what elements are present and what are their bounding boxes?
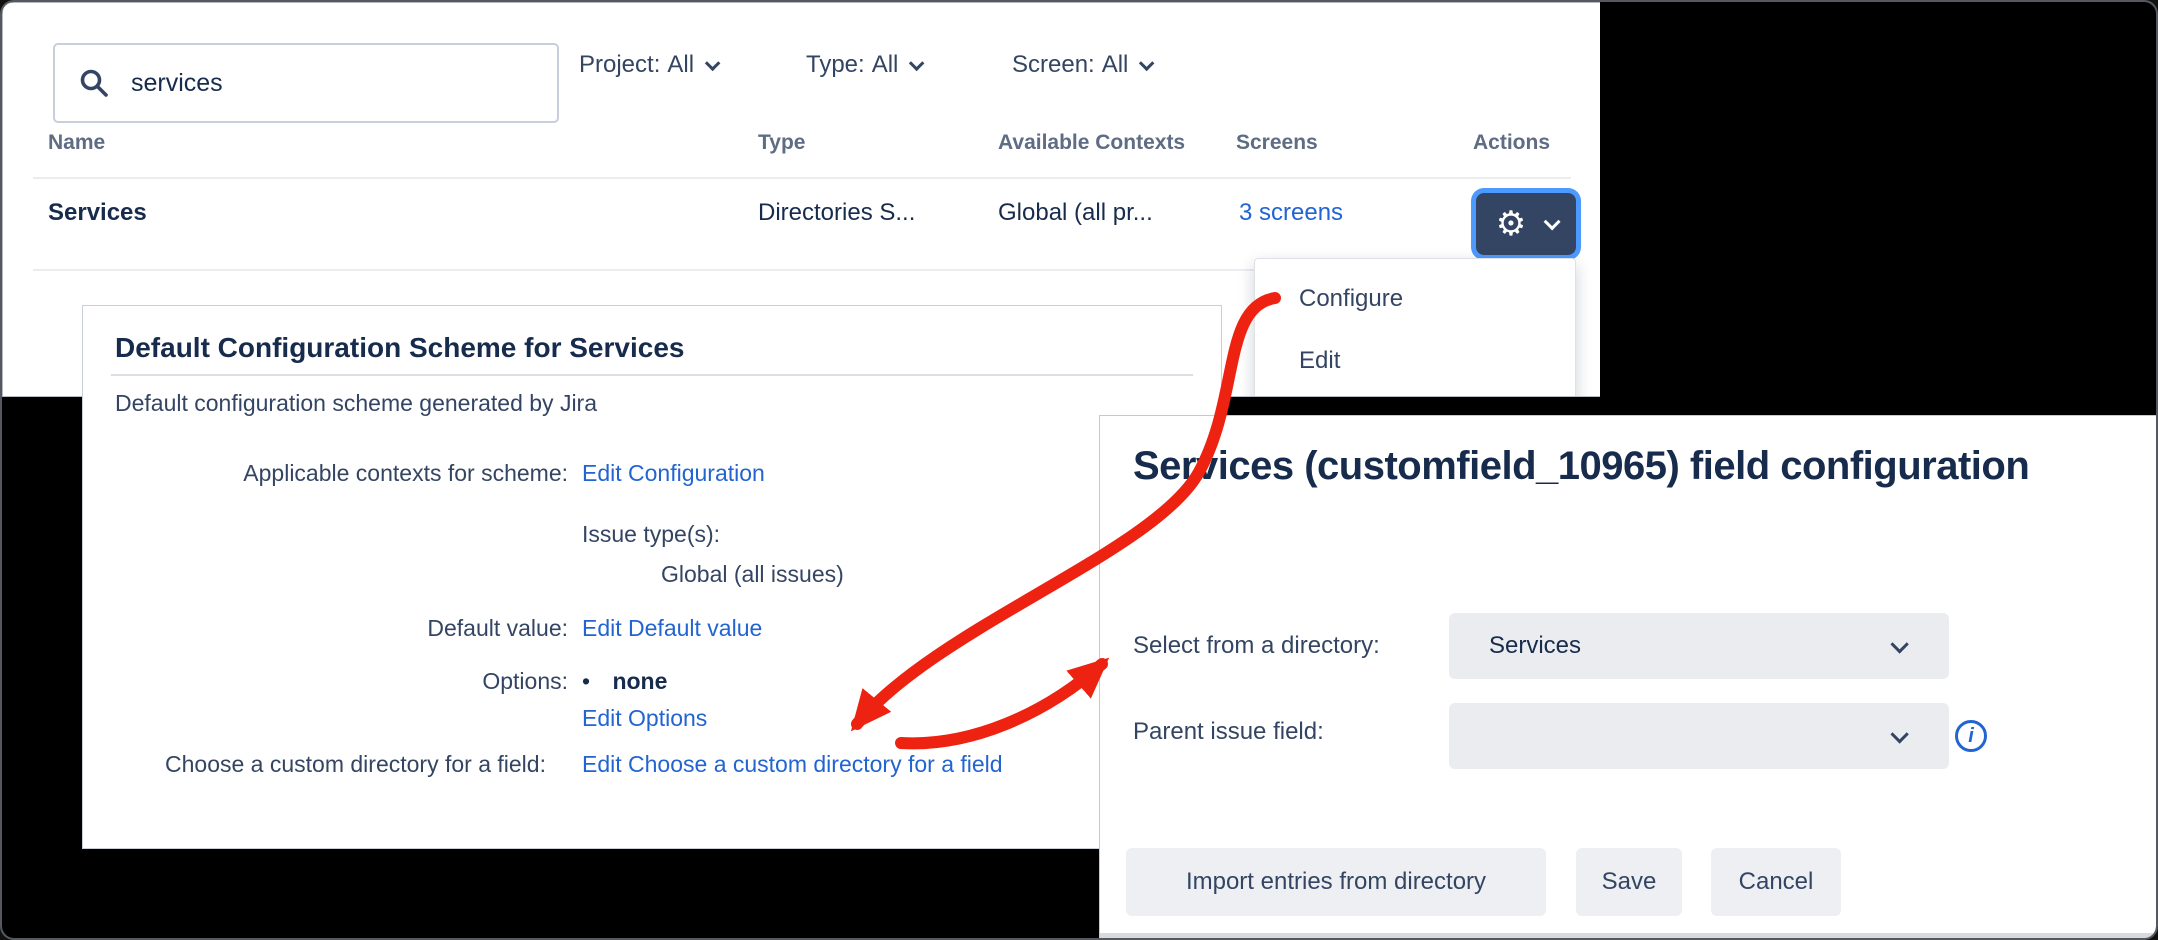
cancel-button[interactable]: Cancel: [1711, 848, 1841, 916]
field-panel-title: Services (customfield_10965) field confi…: [1133, 444, 2029, 489]
issue-types-value: Global (all issues): [661, 556, 844, 592]
search-icon: [79, 68, 109, 98]
filter-screen-value: All: [1102, 51, 1129, 79]
filter-screen[interactable]: Screen: All: [1012, 41, 1150, 89]
row-actions-button[interactable]: ⚙: [1476, 193, 1576, 255]
search-value: services: [131, 69, 223, 98]
filter-type-value: All: [872, 51, 899, 79]
options-none-value: none: [612, 668, 667, 694]
menu-item-configure[interactable]: Configure: [1299, 285, 1403, 313]
actions-dropdown-menu: Configure Edit: [1254, 258, 1576, 397]
chevron-down-icon: [1890, 725, 1908, 743]
custom-directory-label: Choose a custom directory for a field:: [143, 746, 568, 782]
row-screens-link[interactable]: 3 screens: [1239, 199, 1343, 227]
row-name: Services: [48, 199, 147, 227]
row-contexts: Global (all pr...: [998, 199, 1153, 227]
chevron-down-icon: [1890, 635, 1908, 653]
search-input[interactable]: services: [53, 43, 559, 123]
filter-project-value: All: [667, 51, 694, 79]
default-config-scheme-panel: Default Configuration Scheme for Service…: [82, 305, 1222, 849]
screenshot-canvas: services Project: All Type: All Screen: …: [0, 0, 2158, 940]
chevron-down-icon: [1544, 213, 1561, 230]
directory-select[interactable]: Services: [1449, 613, 1949, 679]
scheme-title-divider: [111, 374, 1193, 376]
chevron-down-icon: [1139, 55, 1155, 71]
scheme-panel-title: Default Configuration Scheme for Service…: [115, 332, 684, 364]
issue-types-label: Issue type(s):: [582, 516, 720, 552]
chevron-down-icon: [705, 55, 721, 71]
filter-type-label: Type:: [806, 51, 865, 79]
gear-icon: ⚙: [1496, 207, 1526, 241]
scheme-panel-subtitle: Default configuration scheme generated b…: [115, 390, 597, 417]
info-icon[interactable]: i: [1955, 720, 1987, 752]
col-header-name: Name: [48, 131, 105, 155]
field-configuration-panel: Services (customfield_10965) field confi…: [1099, 415, 2158, 940]
chevron-down-icon: [909, 55, 925, 71]
save-button[interactable]: Save: [1576, 848, 1682, 916]
panel-bottom-strip: [1100, 933, 2158, 940]
edit-options-link[interactable]: Edit Options: [582, 700, 707, 736]
filter-type[interactable]: Type: All: [806, 41, 920, 89]
options-label: Options:: [143, 663, 568, 699]
edit-default-value-link[interactable]: Edit Default value: [582, 610, 762, 646]
col-header-type: Type: [758, 131, 805, 155]
header-divider: [33, 177, 1571, 179]
contexts-label: Applicable contexts for scheme:: [143, 455, 568, 491]
filter-project-label: Project:: [579, 51, 660, 79]
row-type: Directories S...: [758, 199, 915, 227]
default-value-label: Default value:: [143, 610, 568, 646]
filter-screen-label: Screen:: [1012, 51, 1095, 79]
options-value: • none: [582, 663, 667, 699]
directory-select-value: Services: [1489, 632, 1581, 660]
edit-configuration-link[interactable]: Edit Configuration: [582, 455, 765, 491]
edit-custom-directory-link[interactable]: Edit Choose a custom directory for a fie…: [582, 746, 1003, 782]
menu-item-edit[interactable]: Edit: [1299, 347, 1340, 375]
directory-select-label: Select from a directory:: [1133, 632, 1380, 660]
parent-field-select[interactable]: [1449, 703, 1949, 769]
parent-field-label: Parent issue field:: [1133, 718, 1324, 746]
col-header-contexts: Available Contexts: [998, 131, 1185, 155]
filter-project[interactable]: Project: All: [579, 41, 716, 89]
import-entries-button[interactable]: Import entries from directory: [1126, 848, 1546, 916]
bullet-icon: •: [582, 668, 590, 694]
col-header-screens: Screens: [1236, 131, 1318, 155]
col-header-actions: Actions: [1473, 131, 1550, 155]
